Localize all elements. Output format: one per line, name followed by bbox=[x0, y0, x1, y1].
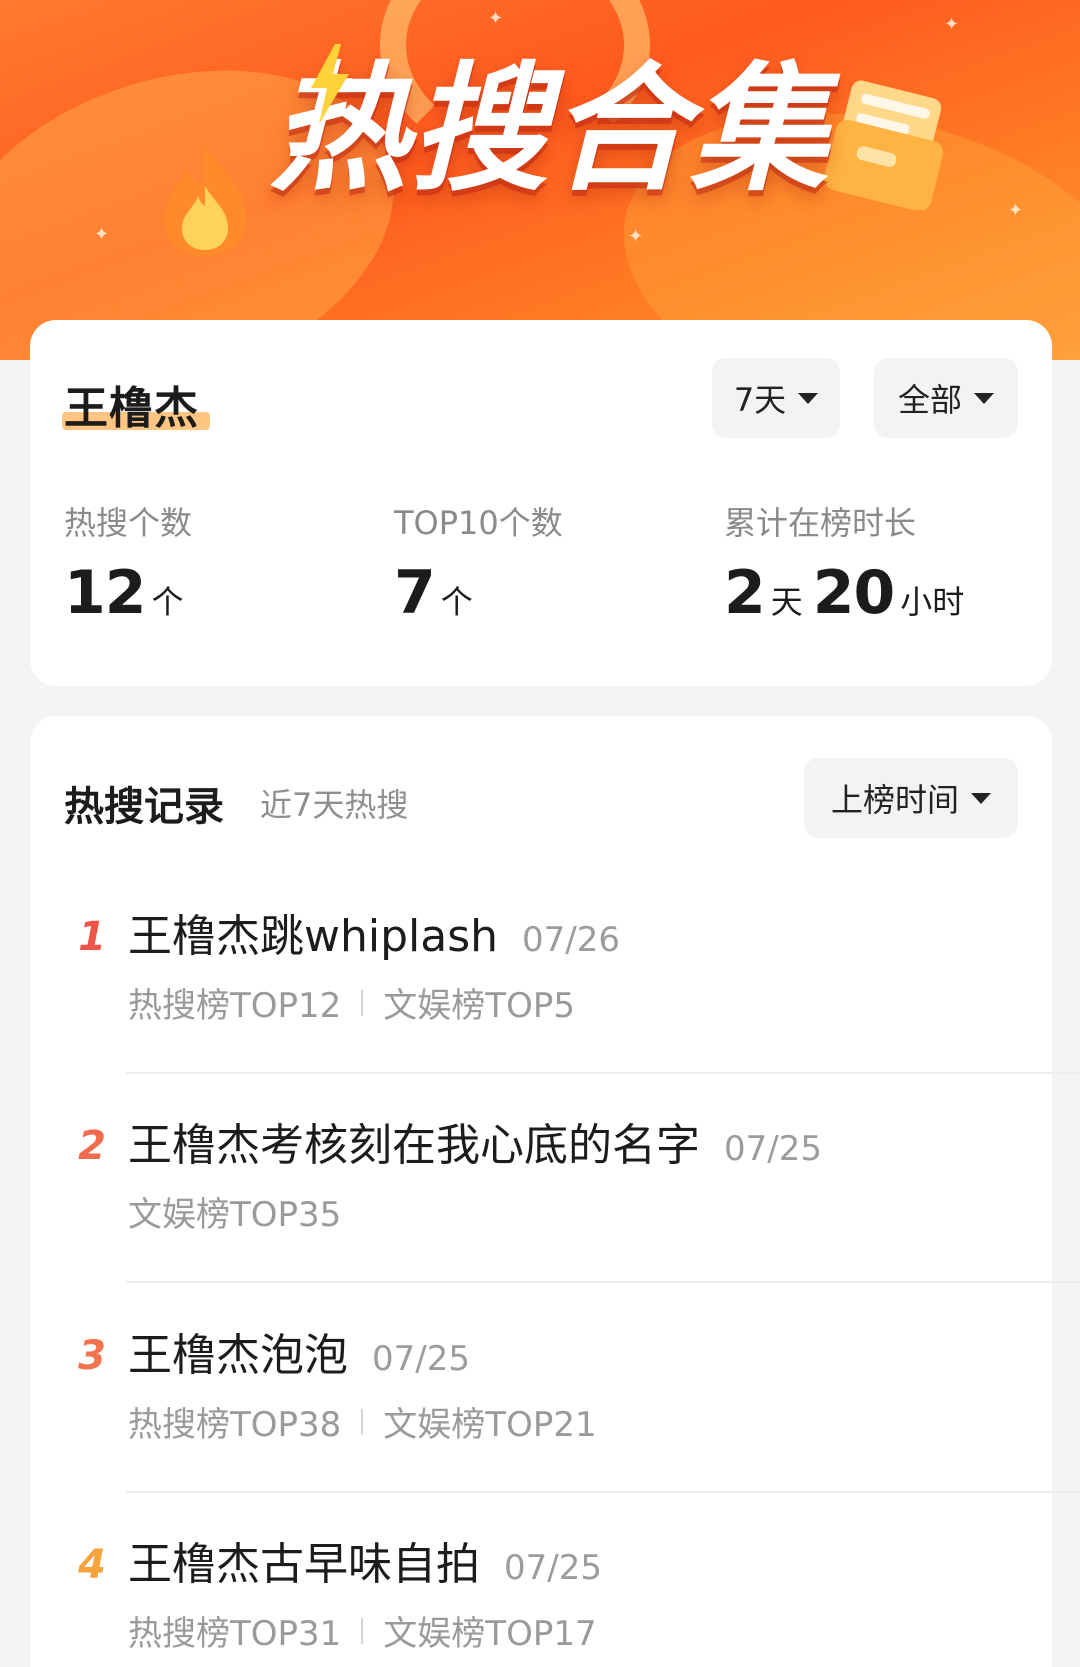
rank-number: 1 bbox=[78, 914, 106, 960]
divider bbox=[126, 1281, 1080, 1283]
stat-number: 7 bbox=[394, 558, 436, 628]
rank-number: 4 bbox=[78, 1542, 106, 1588]
record-tag: 热搜榜TOP12 bbox=[128, 986, 342, 1026]
record-topic: 王橹杰古早味自拍 bbox=[128, 1539, 480, 1590]
stat-total-duration: 累计在榜时长 2 天 20 小时 bbox=[724, 498, 974, 628]
stat-unit: 个 bbox=[440, 583, 473, 621]
record-title-line: 王橹杰泡泡 07/25 bbox=[128, 1319, 470, 1383]
record-tag: 热搜榜TOP31 bbox=[128, 1614, 342, 1654]
record-topic: 王橹杰泡泡 bbox=[128, 1330, 348, 1381]
record-title-line: 王橹杰古早味自拍 07/25 bbox=[128, 1528, 602, 1592]
record-tag: 文娱榜TOP5 bbox=[383, 986, 575, 1026]
caret-down-icon bbox=[974, 392, 994, 404]
record-date: 07/25 bbox=[724, 1129, 822, 1169]
stat-top10-count: TOP10个数 7个 bbox=[394, 498, 563, 628]
lightning-icon bbox=[311, 44, 349, 124]
tag-separator bbox=[361, 1408, 364, 1435]
divider bbox=[126, 1072, 1080, 1074]
records-title: 热搜记录 bbox=[64, 784, 224, 830]
stat-days-number: 2 bbox=[724, 558, 766, 628]
hero-banner: ✦ ✦ ✦ ✦ ✦ 热搜合集 bbox=[0, 0, 1080, 360]
stat-hours-unit: 小时 bbox=[900, 583, 965, 621]
scope-filter-label: 全部 bbox=[897, 381, 962, 419]
rank-number: 3 bbox=[78, 1333, 106, 1379]
record-item[interactable]: 3 王橹杰泡泡 07/25 热搜榜TOP38 文娱榜TOP21 bbox=[64, 1285, 1080, 1495]
record-tag: 文娱榜TOP35 bbox=[128, 1195, 342, 1235]
record-item[interactable]: 1 王橹杰跳whiplash 07/26 热搜榜TOP12 文娱榜TOP5 bbox=[64, 866, 1080, 1076]
stat-label: 热搜个数 bbox=[64, 504, 193, 542]
stat-label: 累计在榜时长 bbox=[724, 504, 917, 542]
days-filter-label: 7天 bbox=[733, 381, 787, 419]
record-tags: 热搜榜TOP31 文娱榜TOP17 bbox=[128, 1606, 597, 1655]
sort-dropdown[interactable]: 上榜时间 bbox=[804, 758, 1018, 838]
stat-hot-search-count: 热搜个数 12 个 bbox=[64, 498, 194, 628]
stat-days-unit: 天 bbox=[770, 583, 803, 621]
record-tag: 文娱榜TOP17 bbox=[383, 1614, 597, 1654]
tag-separator bbox=[361, 989, 364, 1016]
stat-number: 12 bbox=[64, 558, 146, 628]
stat-label: TOP10个数 bbox=[394, 504, 563, 542]
rank-number: 2 bbox=[78, 1123, 106, 1169]
record-title-line: 王橹杰考核刻在我心底的名字 07/25 bbox=[128, 1109, 822, 1173]
stat-value: 7个 bbox=[394, 558, 563, 628]
record-date: 07/26 bbox=[522, 920, 621, 960]
record-item[interactable]: 4 王橹杰古早味自拍 07/25 热搜榜TOP31 文娱榜TOP17 bbox=[64, 1494, 1030, 1667]
caret-down-icon bbox=[798, 392, 819, 404]
record-date: 07/25 bbox=[372, 1339, 470, 1379]
record-tags: 热搜榜TOP38 文娱榜TOP21 bbox=[128, 1397, 597, 1446]
sparkle-icon: ✦ bbox=[1008, 200, 1024, 221]
record-item[interactable]: 2 王橹杰考核刻在我心底的名字 07/25 文娱榜TOP35 bbox=[64, 1075, 1080, 1285]
days-filter-dropdown[interactable]: 7天 bbox=[712, 358, 840, 438]
sparkle-icon: ✦ bbox=[944, 14, 960, 35]
page: ✦ ✦ ✦ ✦ ✦ 热搜合集 王橹杰 7天 全部 热搜个数 12 个 TOP10… bbox=[0, 0, 1080, 1667]
divider bbox=[126, 1491, 1080, 1493]
record-title-line: 王橹杰跳whiplash 07/26 bbox=[128, 900, 620, 964]
records-subtitle: 近7天热搜 bbox=[260, 786, 409, 824]
stat-unit: 个 bbox=[151, 583, 184, 621]
scope-filter-dropdown[interactable]: 全部 bbox=[874, 358, 1018, 438]
record-tags: 文娱榜TOP35 bbox=[128, 1187, 341, 1236]
sparkle-icon: ✦ bbox=[94, 224, 110, 245]
stat-hours-number: 20 bbox=[812, 558, 895, 628]
stat-value: 12 个 bbox=[64, 558, 194, 628]
record-tag: 热搜榜TOP38 bbox=[128, 1405, 342, 1445]
record-tag: 文娱榜TOP21 bbox=[383, 1405, 597, 1445]
sort-label: 上榜时间 bbox=[830, 781, 959, 819]
tag-separator bbox=[361, 1617, 364, 1644]
record-topic: 王橹杰跳whiplash bbox=[128, 911, 499, 962]
sparkle-icon: ✦ bbox=[628, 226, 644, 247]
person-name: 王橹杰 bbox=[64, 383, 199, 434]
record-date: 07/25 bbox=[504, 1548, 602, 1588]
caret-down-icon bbox=[971, 792, 991, 804]
record-topic: 王橹杰考核刻在我心底的名字 bbox=[128, 1120, 700, 1171]
stat-value: 2 天 20 小时 bbox=[724, 558, 974, 628]
record-tags: 热搜榜TOP12 文娱榜TOP5 bbox=[128, 978, 575, 1027]
